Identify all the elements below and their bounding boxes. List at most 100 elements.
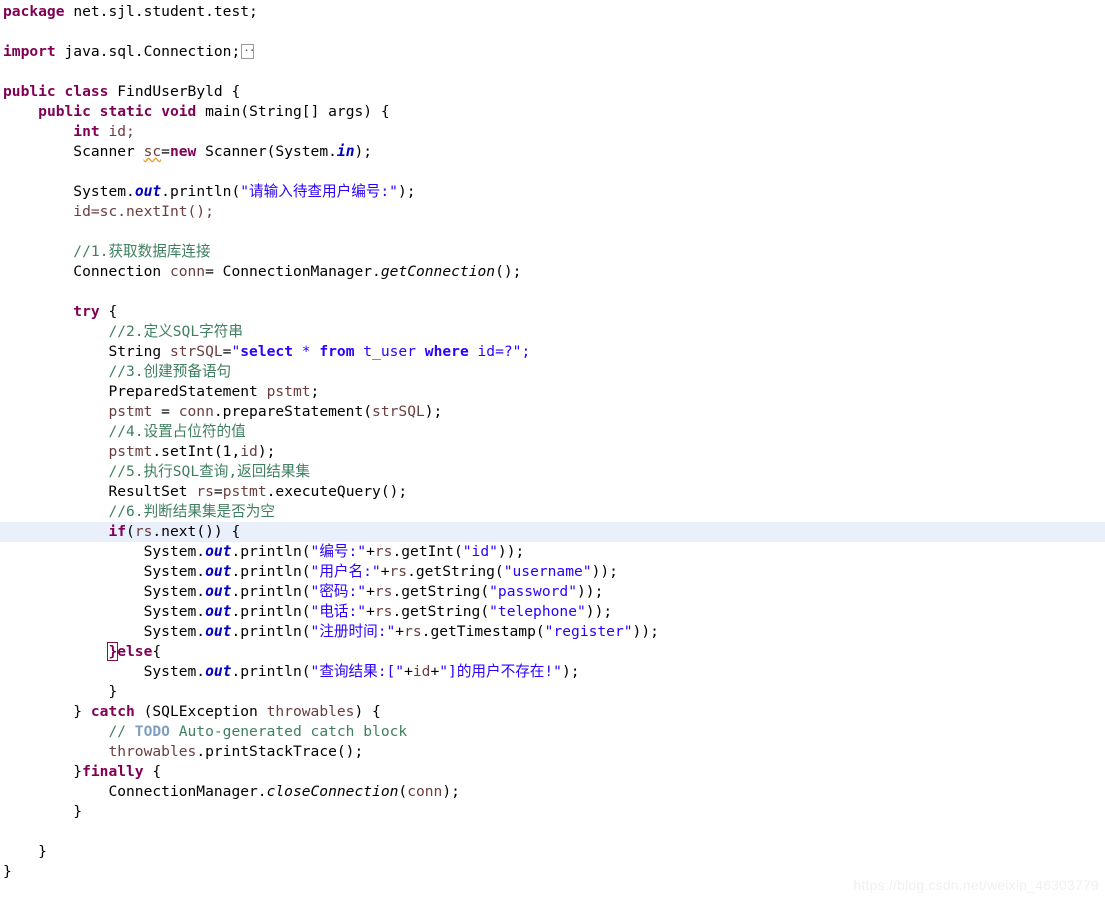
stmt-end: ); xyxy=(424,403,443,420)
code-line[interactable]: } xyxy=(0,802,1105,822)
code-line[interactable]: ResultSet rs=pstmt.executeQuery(); xyxy=(0,482,1105,502)
system-ref: System. xyxy=(73,183,135,200)
collapsed-imports-icon[interactable] xyxy=(241,40,255,59)
code-line[interactable]: pstmt = conn.prepareStatement(strSQL); xyxy=(0,402,1105,422)
string-label-telephone: "电话:" xyxy=(310,603,367,620)
method-execute-query: .executeQuery(); xyxy=(266,483,408,500)
code-line[interactable]: } xyxy=(0,842,1105,862)
quote-close: "; xyxy=(512,343,531,360)
code-line[interactable]: }else{ xyxy=(0,642,1105,662)
method-println: .println( xyxy=(231,563,311,580)
comment-todo-text: Auto-generated catch block xyxy=(169,723,408,740)
comment-5: //5.执行SQL查询,返回结果集 xyxy=(108,463,311,480)
code-line[interactable]: //5.执行SQL查询,返回结果集 xyxy=(0,462,1105,482)
string-prompt: "请输入待查用户编号:" xyxy=(240,183,398,200)
variable-throwables: throwables xyxy=(108,743,197,760)
code-line[interactable]: ConnectionManager.closeConnection(conn); xyxy=(0,782,1105,802)
operator-plus: + xyxy=(430,663,440,680)
code-line[interactable]: }finally { xyxy=(0,762,1105,782)
brace-close: } xyxy=(108,683,118,700)
operator-plus: + xyxy=(404,663,413,680)
keyword-import: import xyxy=(3,43,56,60)
type-string: String xyxy=(108,343,170,360)
stmt-end: ); xyxy=(561,663,580,680)
sql-keyword-from: from xyxy=(319,343,355,360)
code-line[interactable]: public static void main(String[] args) { xyxy=(0,102,1105,122)
code-line[interactable]: throwables.printStackTrace(); xyxy=(0,742,1105,762)
variable-id: id xyxy=(412,663,431,680)
brace-close-class: } xyxy=(3,863,12,880)
variable-pstmt: pstmt xyxy=(222,483,267,500)
code-line[interactable]: System.out.println("请输入待查用户编号:"); xyxy=(0,182,1105,202)
type-connection: Connection xyxy=(73,263,170,280)
brace-open: { xyxy=(143,763,162,780)
comment-2: //2.定义SQL字符串 xyxy=(108,323,243,340)
variable-throwables: throwables xyxy=(266,703,355,720)
stmt-end: ); xyxy=(257,443,276,460)
code-line[interactable]: import java.sql.Connection; xyxy=(0,40,1105,62)
code-line-current[interactable]: if(rs.next()) { xyxy=(0,522,1105,542)
code-line[interactable]: //4.设置占位符的值 xyxy=(0,422,1105,442)
method-get-string: .getString( xyxy=(392,603,490,620)
code-line[interactable]: //6.判断结果集是否为空 xyxy=(0,502,1105,522)
code-line[interactable]: package net.sjl.student.test; xyxy=(0,2,1105,22)
method-get-string: .getString( xyxy=(407,563,504,580)
code-line[interactable]: } xyxy=(0,682,1105,702)
field-system-out: out xyxy=(205,543,232,560)
code-line[interactable]: // TODO Auto-generated catch block xyxy=(0,722,1105,742)
code-line[interactable]: try { xyxy=(0,302,1105,322)
code-line[interactable]: int id; xyxy=(0,122,1105,142)
code-line[interactable]: Scanner sc=new Scanner(System.in); xyxy=(0,142,1105,162)
code-line[interactable]: //2.定义SQL字符串 xyxy=(0,322,1105,342)
brace-open: { xyxy=(99,303,118,320)
method-println: .println( xyxy=(231,603,311,620)
watermark: https://blog.csdn.net/weixin_46303779 xyxy=(853,877,1099,893)
field-system-out: out xyxy=(205,563,232,580)
brace-close-method: } xyxy=(38,843,47,860)
main-signature: main(String[] args) { xyxy=(205,103,390,120)
system-ref: System. xyxy=(143,663,206,680)
code-line[interactable]: Connection conn= ConnectionManager.getCo… xyxy=(0,262,1105,282)
code-editor[interactable]: package net.sjl.student.test; import jav… xyxy=(0,0,1105,899)
method-set-int: .setInt(1, xyxy=(152,443,241,460)
code-line[interactable]: System.out.println("编号:"+rs.getInt("id")… xyxy=(0,542,1105,562)
variable-conn: conn xyxy=(178,403,214,420)
code-line[interactable]: System.out.println("查询结果:["+id+"]的用户不存在!… xyxy=(0,662,1105,682)
string-column-register: "register" xyxy=(544,623,633,640)
string-column-telephone: "telephone" xyxy=(489,603,586,620)
method-next: .next()) { xyxy=(152,523,241,540)
string-label-id: "编号:" xyxy=(310,543,367,560)
variable-rs: rs xyxy=(404,623,422,640)
scanner-ctor: Scanner(System. xyxy=(196,143,337,160)
variable-rs: rs xyxy=(134,523,153,540)
code-line[interactable]: System.out.println("密码:"+rs.getString("p… xyxy=(0,582,1105,602)
method-prepare-statement: .prepareStatement( xyxy=(213,403,373,420)
code-line[interactable]: public class FindUserByld { xyxy=(0,82,1105,102)
variable-pstmt: pstmt xyxy=(266,383,311,400)
code-line[interactable]: String strSQL="select * from t_user wher… xyxy=(0,342,1105,362)
code-line[interactable]: System.out.println("用户名:"+rs.getString("… xyxy=(0,562,1105,582)
method-println: .println( xyxy=(231,543,311,560)
stmt-end: )); xyxy=(585,603,613,620)
code-line[interactable]: id=sc.nextInt(); xyxy=(0,202,1105,222)
code-line[interactable]: //3.创建预备语句 xyxy=(0,362,1105,382)
field-system-out: out xyxy=(205,603,232,620)
stmt-end: ); xyxy=(397,183,416,200)
code-line[interactable]: System.out.println("电话:"+rs.getString("t… xyxy=(0,602,1105,622)
code-line[interactable]: //1.获取数据库连接 xyxy=(0,242,1105,262)
method-println: .println( xyxy=(231,623,311,640)
stmt-end: ); xyxy=(442,783,460,800)
variable-id: id; xyxy=(108,123,135,140)
code-line[interactable]: PreparedStatement pstmt; xyxy=(0,382,1105,402)
stmt-end: (); xyxy=(495,263,522,280)
operator-assign: = xyxy=(213,483,223,500)
code-line[interactable]: } catch (SQLException throwables) { xyxy=(0,702,1105,722)
type-scanner: Scanner xyxy=(73,143,144,160)
code-line[interactable]: pstmt.setInt(1,id); xyxy=(0,442,1105,462)
code-line[interactable]: System.out.println("注册时间:"+rs.getTimesta… xyxy=(0,622,1105,642)
keyword-public: public xyxy=(3,83,56,100)
